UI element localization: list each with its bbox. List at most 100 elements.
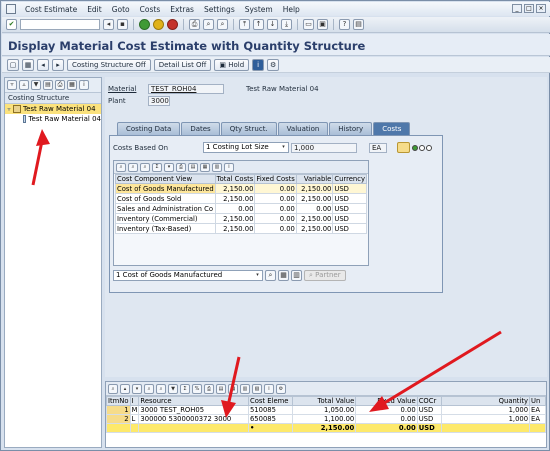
print-icon[interactable]: ⎙ <box>189 19 200 30</box>
layout-icon[interactable]: ▦ <box>67 80 77 90</box>
costing-structure-off-button[interactable]: Costing Structure Off <box>67 58 151 71</box>
menu-help[interactable]: Help <box>278 5 305 14</box>
tab-qty-struct[interactable]: Qty Struct. <box>220 122 277 135</box>
costs-based-on-select[interactable]: 1 Costing Lot Size ▾ <box>203 142 289 153</box>
tree-collapse-icon[interactable]: ▿ <box>5 106 13 113</box>
layout-icon[interactable]: ▥ <box>240 383 250 394</box>
column-header[interactable]: Un <box>529 396 546 406</box>
tree-item-root[interactable]: ▿ Test Raw Material 04 <box>5 104 101 114</box>
find-icon[interactable]: ⌕ <box>144 383 154 394</box>
print-icon[interactable]: ⎙ <box>204 383 214 394</box>
collapse-icon[interactable]: ▵ <box>19 80 29 90</box>
tree-info-icon[interactable]: i <box>79 80 89 90</box>
column-header[interactable]: Cost Component View <box>115 174 216 184</box>
sort-ascending-icon[interactable]: ▴ <box>120 383 130 394</box>
column-header[interactable]: Total Costs <box>214 174 256 184</box>
back-icon[interactable] <box>139 19 150 30</box>
first-page-icon[interactable]: ⤒ <box>239 19 250 30</box>
tab-valuation[interactable]: Valuation <box>277 122 329 135</box>
unit-field[interactable]: EA <box>369 142 387 153</box>
menu-cost-estimate[interactable]: Cost Estimate <box>20 5 82 14</box>
cost-component-split-button[interactable] <box>397 142 410 153</box>
table-row[interactable]: 2 L 300000 5300000372 3000 650085 1,100.… <box>106 414 546 424</box>
maximize-icon[interactable]: □ <box>524 4 534 13</box>
partner-button[interactable]: ⌕ Partner <box>304 270 346 281</box>
expand-icon[interactable]: ▿ <box>7 80 17 90</box>
sap-window-icon[interactable] <box>6 4 16 14</box>
table-row[interactable]: Inventory (Tax-Based) 2,150.00 0.00 2,15… <box>115 223 367 234</box>
column-header[interactable]: Variable <box>295 174 334 184</box>
find-icon[interactable]: ⌕ <box>128 162 138 172</box>
column-header[interactable]: Quantity <box>440 396 531 406</box>
column-header[interactable]: Currency <box>332 174 367 184</box>
table-row[interactable]: Cost of Goods Sold 2,150.00 0.00 2,150.0… <box>115 193 367 204</box>
sort-descending-icon[interactable]: ▾ <box>132 383 142 394</box>
column-header[interactable]: Resource <box>138 396 249 406</box>
column-header[interactable]: ItmNo <box>106 396 131 406</box>
column-header[interactable]: COCr <box>416 396 442 406</box>
shortcut-icon[interactable]: ▣ <box>317 19 328 30</box>
info-icon[interactable]: i <box>252 58 265 71</box>
tab-costs[interactable]: Costs <box>373 122 411 135</box>
menu-settings[interactable]: Settings <box>199 5 240 14</box>
subtotal-icon[interactable]: % <box>192 383 202 394</box>
sum-icon[interactable]: Σ <box>152 162 162 172</box>
info-icon[interactable]: i <box>264 383 274 394</box>
new-session-icon[interactable]: ▭ <box>303 19 314 30</box>
next-page-icon[interactable]: ↓ <box>267 19 278 30</box>
find-next-icon[interactable]: ⌕ <box>156 383 166 394</box>
minimize-icon[interactable]: _ <box>512 4 522 13</box>
filter-icon[interactable]: ▼ <box>168 383 178 394</box>
next-icon[interactable]: ▸ <box>52 58 64 71</box>
column-header[interactable]: Fixed Value <box>355 396 418 406</box>
details-icon[interactable]: ⌕ <box>108 383 118 394</box>
menu-edit[interactable]: Edit <box>82 5 107 14</box>
filter-icon[interactable]: ▼ <box>31 80 41 90</box>
menu-extras[interactable]: Extras <box>165 5 199 14</box>
settings-icon[interactable]: ⚙ <box>267 58 280 71</box>
close-icon[interactable]: × <box>536 4 546 13</box>
last-page-icon[interactable]: ⤓ <box>281 19 292 30</box>
export-icon[interactable]: ▤ <box>43 80 53 90</box>
graphic-icon[interactable]: ▥ <box>291 270 302 281</box>
tree-item-child[interactable]: Test Raw Material 04 <box>5 114 101 124</box>
tab-costing-data[interactable]: Costing Data <box>117 122 181 135</box>
print-tree-icon[interactable]: ⎙ <box>55 80 65 90</box>
export-icon[interactable]: ▦ <box>200 162 210 172</box>
lot-size-field[interactable]: 1,000 <box>291 142 357 153</box>
help-icon[interactable]: ? <box>339 19 350 30</box>
layout-icon[interactable]: ▥ <box>212 162 222 172</box>
column-header[interactable]: Cost Eleme <box>247 396 293 406</box>
cost-view-select[interactable]: 1 Cost of Goods Manufactured ▾ <box>113 270 263 281</box>
table-row[interactable]: Inventory (Commercial) 2,150.00 0.00 2,1… <box>115 213 367 224</box>
save-icon[interactable]: ▪ <box>117 19 128 30</box>
other-cost-estimate-icon[interactable]: ▦ <box>22 58 34 71</box>
material-field[interactable]: TEST_ROH04 <box>148 84 224 94</box>
menu-system[interactable]: System <box>240 5 278 14</box>
previous-page-icon[interactable]: ↑ <box>253 19 264 30</box>
column-header[interactable]: Fixed Costs <box>254 174 297 184</box>
find-icon[interactable]: ⌕ <box>203 19 214 30</box>
layout-menu-icon[interactable]: ▤ <box>353 19 364 30</box>
column-header[interactable]: Total Value <box>291 396 357 406</box>
info-icon[interactable]: i <box>224 162 234 172</box>
display-icon[interactable]: ⌕ <box>265 270 276 281</box>
export-icon[interactable]: ▦ <box>228 383 238 394</box>
plant-field[interactable]: 3000 <box>148 96 170 106</box>
menu-costs[interactable]: Costs <box>135 5 166 14</box>
display-change-icon[interactable]: ▢ <box>7 58 19 71</box>
settings-icon[interactable]: ⚙ <box>276 383 286 394</box>
command-field[interactable] <box>20 19 100 30</box>
table-row[interactable]: Sales and Administration Co 0.00 0.00 0.… <box>115 203 367 214</box>
tab-history[interactable]: History <box>329 122 373 135</box>
table-row[interactable]: Cost of Goods Manufactured 2,150.00 0.00… <box>115 183 367 194</box>
hold-button[interactable]: ▣ Hold <box>214 58 250 71</box>
cancel-icon[interactable] <box>167 19 178 30</box>
view-icon[interactable]: ▤ <box>188 162 198 172</box>
find-next-icon[interactable]: ⌕ <box>140 162 150 172</box>
view-icon[interactable]: ▤ <box>216 383 226 394</box>
menu-goto[interactable]: Goto <box>107 5 135 14</box>
details-icon[interactable]: ⌕ <box>116 162 126 172</box>
command-dropdown-icon[interactable]: ◂ <box>103 19 114 30</box>
print-icon[interactable]: ⎙ <box>176 162 186 172</box>
